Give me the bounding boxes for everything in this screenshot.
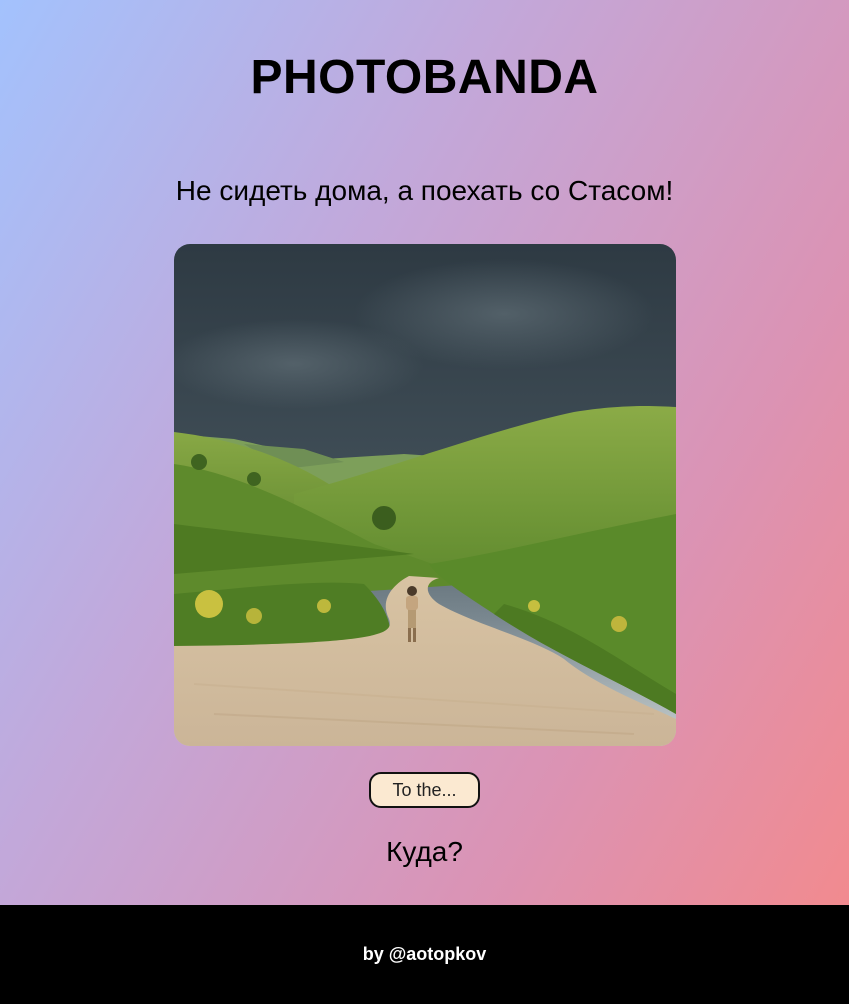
tagline: Не сидеть дома, а поехать со Стасом! xyxy=(175,175,674,206)
destination-question: Куда? xyxy=(386,836,463,867)
page-title: PHOTOBANDA xyxy=(250,51,599,104)
main-content: PHOTOBANDA Не сидеть дома, а поехать со … xyxy=(0,0,849,905)
to-the-button[interactable]: To the... xyxy=(369,772,480,808)
landscape-photo xyxy=(174,244,676,746)
footer-credit: by @aotopkov xyxy=(362,944,487,964)
